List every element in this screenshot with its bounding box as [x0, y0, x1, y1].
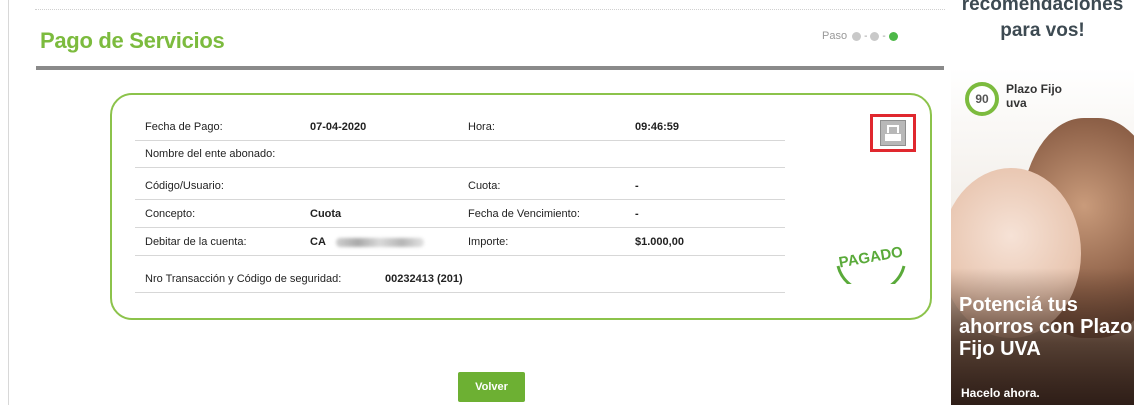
cuenta-value: CA — [310, 236, 424, 248]
step-indicator: Paso - - — [822, 30, 900, 42]
step-3-dot-icon — [888, 31, 898, 41]
receipt-row-concepto: Concepto: Cuota Fecha de Vencimiento: - — [135, 201, 785, 228]
volver-button[interactable]: Volver — [458, 372, 525, 402]
pagado-stamp: PAGADO — [836, 243, 906, 284]
importe-label: Importe: — [468, 236, 509, 248]
vencimiento-label: Fecha de Vencimiento: — [468, 208, 580, 220]
ente-label: Nombre del ente abonado: — [145, 148, 276, 160]
ad-badge-text: Plazo Fijo uva — [1006, 82, 1062, 110]
receipt-row-transaccion: Nro Transacción y Código de seguridad: 0… — [135, 266, 785, 293]
receipt-row-cuenta: Debitar de la cuenta: CA Importe: $1.000… — [135, 229, 785, 256]
recommendations-sidebar: recomendaciones para vos! 90 Plazo Fijo … — [951, 0, 1134, 405]
step-2-dot-icon — [870, 31, 880, 41]
badge-number: 90 — [975, 92, 989, 106]
transaccion-value: 00232413 (201) — [385, 273, 463, 285]
importe-value: $1.000,00 — [635, 236, 684, 248]
ad-cta-link[interactable]: Hacelo ahora. — [961, 386, 1040, 400]
cuenta-label: Debitar de la cuenta: — [145, 236, 247, 248]
masked-account-number — [335, 237, 424, 247]
cuota-label: Cuota: — [468, 180, 501, 192]
cuenta-prefix: CA — [310, 236, 326, 248]
codigo-label: Código/Usuario: — [145, 180, 224, 192]
stamp-text: PAGADO — [838, 243, 905, 271]
hora-label: Hora: — [468, 121, 495, 133]
sidebar-heading-line1: recomendaciones — [961, 0, 1124, 15]
plazo-fijo-ad-banner[interactable]: 90 Plazo Fijo uva Potenciá tus ahorros c… — [951, 68, 1134, 405]
fecha-pago-value: 07-04-2020 — [310, 121, 367, 133]
step-separator: - — [882, 30, 886, 42]
ad-badge-line2: uva — [1006, 96, 1027, 110]
receipt-row-fecha: Fecha de Pago: 07-04-2020 Hora: 09:46:59 — [135, 114, 785, 141]
transaccion-label: Nro Transacción y Código de seguridad: — [145, 273, 342, 285]
hora-value: 09:46:59 — [635, 121, 680, 133]
fecha-pago-label: Fecha de Pago: — [145, 121, 223, 133]
top-dotted-divider — [35, 9, 945, 10]
title-underline — [36, 66, 944, 70]
ad-badge-line1: Plazo Fijo — [1006, 82, 1063, 96]
print-button[interactable] — [870, 114, 916, 152]
ad-90-days-badge-icon: 90 — [965, 82, 999, 116]
print-icon — [880, 120, 906, 146]
receipt-row-codigo: Código/Usuario: Cuota: - — [135, 173, 785, 200]
vencimiento-value: - — [635, 208, 639, 220]
steps-label: Paso — [822, 30, 848, 42]
receipt-row-ente: Nombre del ente abonado: — [135, 141, 785, 168]
cuota-value: - — [635, 180, 639, 192]
sidebar-heading-line2: para vos! — [1000, 20, 1085, 41]
concepto-label: Concepto: — [145, 208, 196, 220]
ad-title: Potenciá tus ahorros con Plazo Fijo UVA — [959, 294, 1133, 360]
left-divider — [8, 0, 9, 405]
concepto-value: Cuota — [310, 208, 342, 220]
step-separator: - — [864, 30, 868, 42]
page-title: Pago de Servicios — [40, 28, 225, 53]
step-1-dot-icon — [852, 31, 862, 41]
